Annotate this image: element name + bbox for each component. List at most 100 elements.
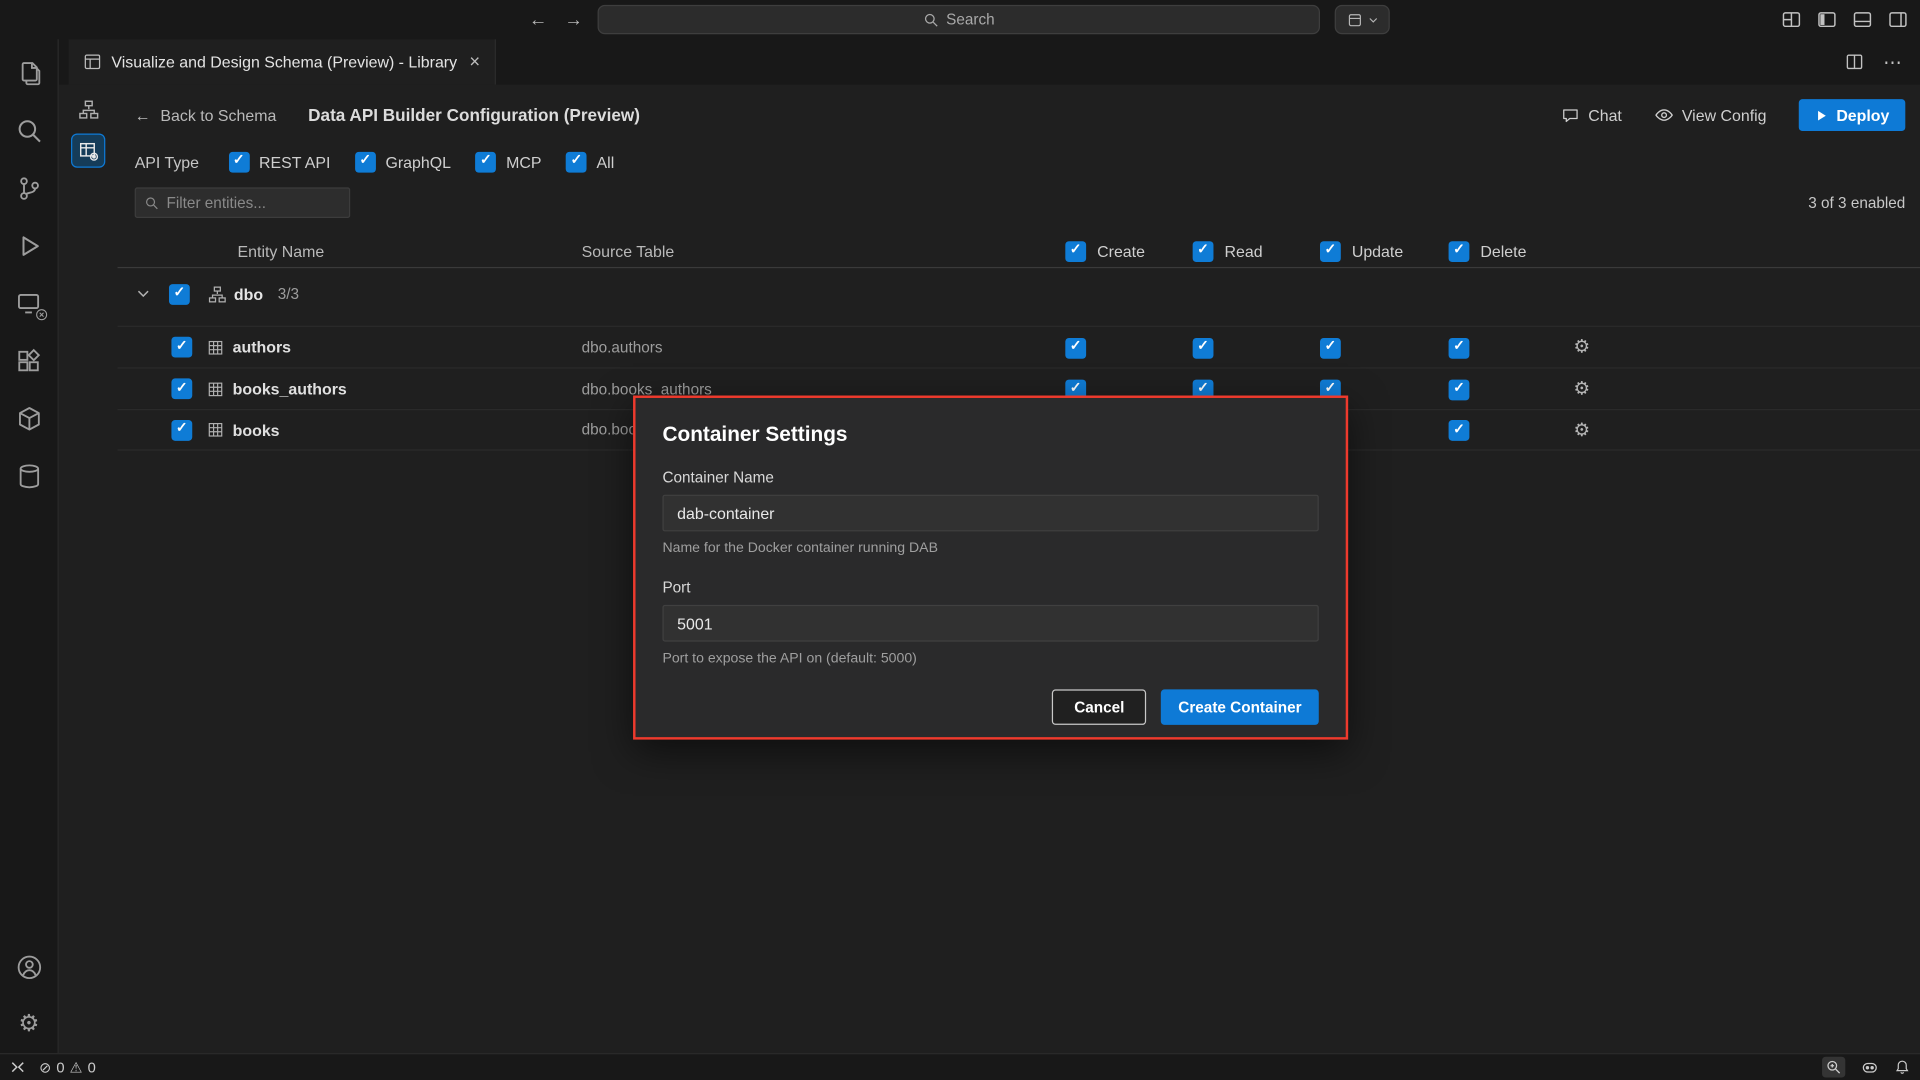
- zoom-icon[interactable]: [1822, 1057, 1845, 1078]
- source-control-icon[interactable]: [0, 159, 58, 217]
- run-task-dropdown[interactable]: [1335, 5, 1390, 34]
- page-header: ← Back to Schema Data API Builder Config…: [135, 94, 1906, 136]
- deploy-button[interactable]: Deploy: [1798, 99, 1905, 131]
- split-editor-icon[interactable]: [1845, 53, 1863, 71]
- entity-checkbox[interactable]: [171, 378, 192, 399]
- container-icon[interactable]: [0, 389, 58, 447]
- table-row-authors: authors dbo.authors ⚙: [118, 326, 1920, 368]
- collapse-chevron-icon[interactable]: [135, 285, 152, 302]
- back-to-schema-link[interactable]: ← Back to Schema: [135, 106, 277, 124]
- rest-api-label: REST API: [259, 152, 330, 170]
- schema-designer-icon[interactable]: [71, 92, 105, 126]
- schema-group-name: dbo: [234, 285, 263, 303]
- customize-layout-icon[interactable]: [1782, 10, 1802, 30]
- create-all-checkbox[interactable]: [1065, 241, 1086, 262]
- back-arrow-icon: ←: [135, 106, 151, 124]
- problems-indicator[interactable]: ⊘ 0 ⚠ 0: [39, 1059, 96, 1076]
- search-sidebar-icon[interactable]: [0, 102, 58, 160]
- page-title: Data API Builder Configuration (Preview): [308, 105, 640, 125]
- extensions-icon[interactable]: [0, 332, 58, 390]
- tab-bar: Visualize and Design Schema (Preview) - …: [59, 39, 1920, 84]
- delete-header-label: Delete: [1480, 242, 1526, 260]
- entity-filter-input[interactable]: [167, 194, 341, 211]
- delete-checkbox[interactable]: [1449, 338, 1470, 359]
- command-center-search[interactable]: Search: [598, 5, 1320, 34]
- dab-config-icon[interactable]: [71, 133, 105, 167]
- create-container-button[interactable]: Create Container: [1161, 689, 1319, 725]
- dialog-actions: Cancel Create Container: [662, 689, 1318, 725]
- status-bar: ⊘ 0 ⚠ 0: [0, 1053, 1920, 1080]
- explorer-icon[interactable]: [0, 44, 58, 102]
- account-icon[interactable]: [0, 938, 58, 996]
- schema-preview-icon: [83, 53, 101, 71]
- row-settings-gear-icon[interactable]: ⚙: [1573, 378, 1589, 399]
- tab-visualize-design-schema[interactable]: Visualize and Design Schema (Preview) - …: [69, 39, 496, 84]
- port-label: Port: [662, 579, 1318, 596]
- filter-option-rest-api[interactable]: REST API: [228, 151, 330, 172]
- dialog-title: Container Settings: [662, 422, 1318, 446]
- delete-checkbox[interactable]: [1449, 379, 1470, 400]
- entity-name-header: Entity Name: [118, 242, 582, 260]
- filter-option-all[interactable]: All: [566, 151, 614, 172]
- filter-option-mcp[interactable]: MCP: [475, 151, 541, 172]
- deploy-label: Deploy: [1836, 106, 1889, 124]
- group-checkbox[interactable]: [169, 283, 190, 304]
- copilot-icon[interactable]: [1861, 1059, 1878, 1076]
- back-to-schema-label: Back to Schema: [160, 106, 276, 124]
- chevron-down-icon: [1367, 14, 1378, 25]
- tab-close-icon[interactable]: ×: [467, 51, 483, 72]
- run-debug-icon[interactable]: [0, 217, 58, 275]
- graphql-checkbox[interactable]: [355, 151, 376, 172]
- row-settings-gear-icon[interactable]: ⚙: [1573, 419, 1589, 440]
- create-checkbox[interactable]: [1065, 338, 1086, 359]
- delete-header: Delete: [1449, 241, 1571, 262]
- graphql-label: GraphQL: [385, 152, 450, 170]
- all-checkbox[interactable]: [566, 151, 587, 172]
- delete-all-checkbox[interactable]: [1449, 241, 1470, 262]
- update-all-checkbox[interactable]: [1320, 241, 1341, 262]
- remote-indicator-icon[interactable]: [10, 1059, 26, 1075]
- delete-checkbox[interactable]: [1449, 420, 1470, 441]
- row-settings-gear-icon[interactable]: ⚙: [1573, 337, 1589, 358]
- mcp-checkbox[interactable]: [475, 151, 496, 172]
- toggle-primary-sidebar-icon[interactable]: [1817, 10, 1837, 30]
- database-icon[interactable]: [0, 447, 58, 505]
- update-checkbox[interactable]: [1320, 338, 1341, 359]
- read-checkbox[interactable]: [1193, 338, 1214, 359]
- webview-toolbar: [59, 84, 118, 1053]
- read-header-label: Read: [1224, 242, 1262, 260]
- read-all-checkbox[interactable]: [1193, 241, 1214, 262]
- container-name-input[interactable]: [662, 495, 1318, 532]
- title-bar: ← → Search: [0, 0, 1920, 39]
- enabled-summary: 3 of 3 enabled: [1808, 194, 1905, 211]
- back-arrow-icon[interactable]: ←: [529, 9, 547, 30]
- schema-hierarchy-icon: [208, 285, 226, 303]
- entity-checkbox[interactable]: [171, 337, 192, 358]
- history-nav: ← →: [529, 0, 583, 39]
- cancel-button[interactable]: Cancel: [1052, 689, 1146, 725]
- settings-gear-icon[interactable]: ⚙: [0, 996, 58, 1054]
- toggle-secondary-sidebar-icon[interactable]: [1888, 10, 1908, 30]
- container-name-help: Name for the Docker container running DA…: [662, 541, 1318, 556]
- rest-api-checkbox[interactable]: [228, 151, 249, 172]
- port-input[interactable]: [662, 605, 1318, 642]
- status-bar-right: [1822, 1057, 1910, 1078]
- forward-arrow-icon[interactable]: →: [564, 9, 582, 30]
- schema-group-count: 3/3: [278, 285, 299, 302]
- bell-icon[interactable]: [1894, 1059, 1910, 1075]
- mcp-label: MCP: [506, 152, 541, 170]
- search-icon: [923, 12, 939, 28]
- source-table-header: Source Table: [582, 242, 1066, 260]
- activity-bar: ⚙: [0, 39, 59, 1053]
- filter-option-graphql[interactable]: GraphQL: [355, 151, 451, 172]
- more-actions-icon[interactable]: ⋯: [1883, 51, 1903, 73]
- entity-cell: books: [118, 419, 582, 440]
- entity-table-header: Entity Name Source Table Create Read Upd…: [118, 235, 1920, 268]
- chat-button[interactable]: Chat: [1561, 106, 1622, 124]
- view-config-button[interactable]: View Config: [1654, 105, 1767, 125]
- entity-checkbox[interactable]: [171, 419, 192, 440]
- remote-explorer-icon[interactable]: [0, 274, 58, 332]
- search-placeholder: Search: [946, 11, 995, 28]
- layout-controls: [1782, 0, 1908, 39]
- toggle-panel-icon[interactable]: [1853, 10, 1873, 30]
